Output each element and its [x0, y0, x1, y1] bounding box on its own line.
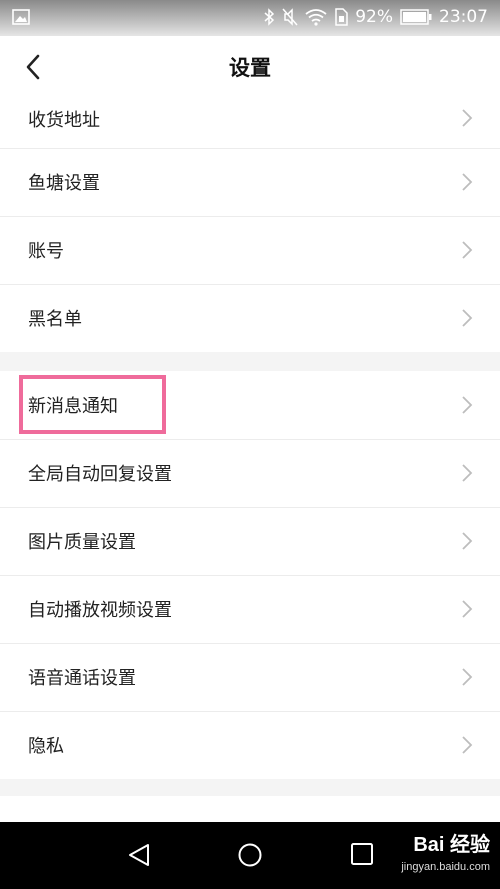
status-time: 23:07	[439, 7, 488, 27]
triangle-back-icon	[129, 844, 149, 866]
chevron-left-icon	[26, 54, 40, 80]
back-button[interactable]	[18, 50, 52, 84]
baidu-jingyan-watermark: Bai 经验 jingyan.baidu.com	[370, 828, 490, 884]
chevron-right-icon	[462, 396, 473, 414]
chevron-right-icon	[462, 241, 473, 259]
settings-item-voice-call[interactable]: 语音通话设置	[0, 643, 500, 711]
settings-group-1: 收货地址 鱼塘设置 账号 黑名单	[0, 98, 500, 352]
settings-item-label: 黑名单	[28, 309, 82, 330]
bluetooth-icon	[264, 8, 275, 26]
settings-item-label: 自动播放视频设置	[28, 600, 172, 621]
chevron-right-icon	[462, 600, 473, 618]
settings-item-global-auto-reply[interactable]: 全局自动回复设置	[0, 439, 500, 507]
mute-icon	[282, 8, 298, 26]
chevron-right-icon	[462, 668, 473, 686]
battery-percent: 92%	[355, 7, 393, 27]
settings-item-image-quality[interactable]: 图片质量设置	[0, 507, 500, 575]
battery-icon	[400, 9, 432, 25]
settings-item-new-message-notification[interactable]: 新消息通知	[0, 371, 500, 439]
chevron-right-icon	[462, 736, 473, 754]
status-left	[12, 8, 30, 31]
image-icon	[12, 9, 30, 25]
page-title: 设置	[229, 56, 271, 80]
settings-item-label: 语音通话设置	[28, 668, 136, 689]
settings-item-label: 鱼塘设置	[28, 173, 100, 194]
settings-item-autoplay-video[interactable]: 自动播放视频设置	[0, 575, 500, 643]
sim-icon	[335, 8, 348, 26]
watermark-url: jingyan.baidu.com	[401, 861, 490, 873]
wifi-icon	[305, 9, 327, 26]
settings-item-shipping-address[interactable]: 收货地址	[0, 98, 500, 148]
settings-item-label: 全局自动回复设置	[28, 464, 172, 485]
system-home-button[interactable]	[237, 842, 263, 872]
chevron-right-icon	[462, 109, 473, 127]
settings-item-label: 收货地址	[28, 110, 100, 131]
settings-group-3	[0, 796, 500, 824]
chevron-right-icon	[462, 309, 473, 327]
settings-item-label: 账号	[28, 241, 64, 262]
settings-item-account[interactable]: 账号	[0, 216, 500, 284]
watermark-logo: Bai 经验	[413, 834, 490, 856]
chevron-right-icon	[462, 464, 473, 482]
system-nav-bar: Bai 经验 jingyan.baidu.com	[0, 822, 500, 889]
system-back-button[interactable]	[126, 842, 152, 872]
status-bar: 92% 23:07	[0, 0, 500, 36]
settings-item-label: 图片质量设置	[28, 532, 136, 553]
settings-item-fishpond[interactable]: 鱼塘设置	[0, 148, 500, 216]
chevron-right-icon	[462, 173, 473, 191]
settings-item-partial[interactable]	[0, 796, 500, 824]
circle-home-icon	[238, 843, 262, 867]
settings-group-2: 新消息通知 全局自动回复设置 图片质量设置 自动播放视频设置 语音通话设置 隐私	[0, 371, 500, 779]
settings-item-blacklist[interactable]: 黑名单	[0, 284, 500, 352]
nav-bar: 设置	[0, 36, 500, 98]
status-right: 92% 23:07	[263, 7, 488, 27]
settings-item-privacy[interactable]: 隐私	[0, 711, 500, 779]
settings-item-label: 新消息通知	[28, 396, 118, 417]
settings-item-label: 隐私	[28, 736, 64, 757]
chevron-right-icon	[462, 532, 473, 550]
